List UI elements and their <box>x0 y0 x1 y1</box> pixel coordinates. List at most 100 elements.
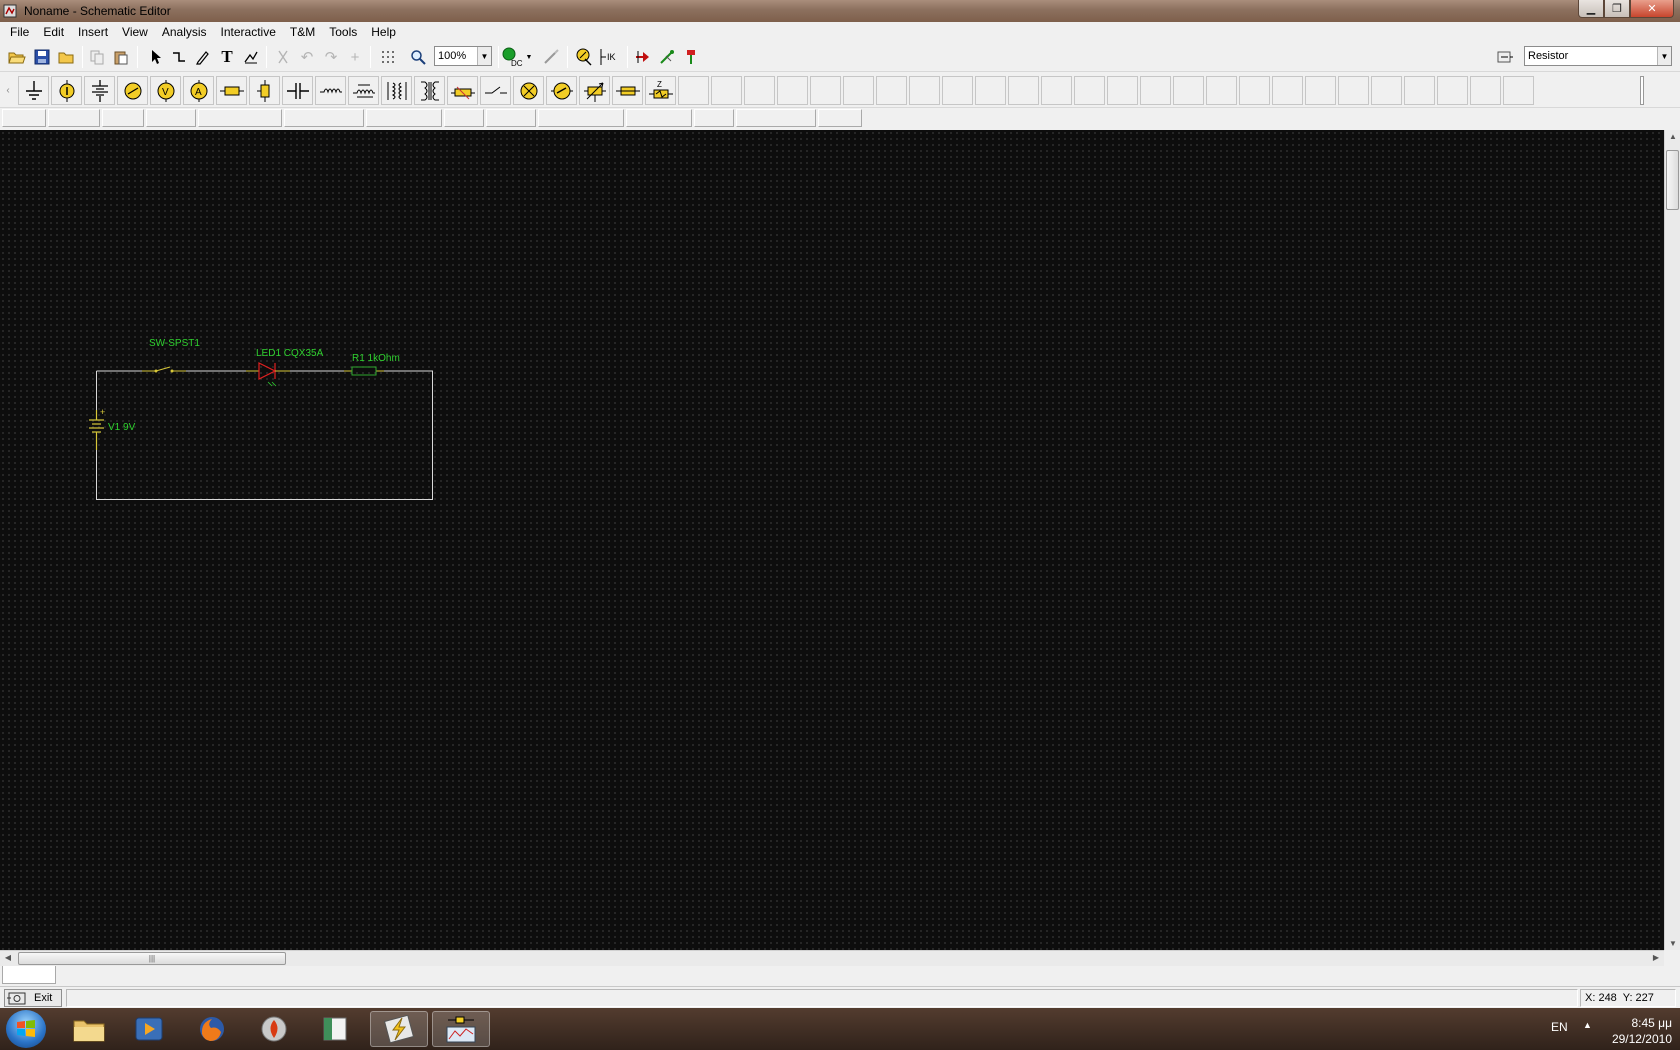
menu-view[interactable]: View <box>115 22 155 42</box>
palette-impedance[interactable]: Z <box>645 76 676 105</box>
palette-empty-slot[interactable] <box>843 76 874 105</box>
palette-current-source[interactable] <box>117 76 148 105</box>
maximize-button[interactable]: ❐ <box>1604 0 1630 18</box>
palette-potentiometer[interactable] <box>579 76 610 105</box>
voltmeter-tool-button[interactable] <box>573 46 595 68</box>
select-tool-button[interactable] <box>145 46 167 68</box>
horizontal-scroll-thumb[interactable]: ||| <box>18 952 286 965</box>
text-tool-button[interactable]: T <box>216 46 238 68</box>
palette-empty-slot[interactable] <box>876 76 907 105</box>
menu-analysis[interactable]: Analysis <box>155 22 214 42</box>
palette-empty-slot[interactable] <box>1437 76 1468 105</box>
pin-probe-button[interactable] <box>680 46 702 68</box>
open-recent-button[interactable] <box>56 46 78 68</box>
palette-tab[interactable] <box>2 109 46 127</box>
palette-battery[interactable] <box>84 76 115 105</box>
palette-scroll-handle[interactable] <box>1640 76 1644 105</box>
palette-empty-slot[interactable] <box>1371 76 1402 105</box>
palette-empty-slot[interactable] <box>1338 76 1369 105</box>
menu-tm[interactable]: T&M <box>283 22 322 42</box>
palette-empty-slot[interactable] <box>1107 76 1138 105</box>
palette-tab[interactable] <box>486 109 536 127</box>
palette-transformer-core[interactable] <box>414 76 445 105</box>
palette-empty-slot[interactable] <box>1272 76 1303 105</box>
exit-button[interactable]: Exit <box>4 989 62 1007</box>
ammeter-tool-button[interactable]: IK <box>598 46 620 68</box>
pen-tool-button[interactable] <box>192 46 214 68</box>
palette-tab[interactable] <box>694 109 734 127</box>
palette-empty-slot[interactable] <box>1140 76 1171 105</box>
palette-tab[interactable] <box>444 109 484 127</box>
palette-empty-slot[interactable] <box>1206 76 1237 105</box>
palette-empty-slot[interactable] <box>1173 76 1204 105</box>
taskbar-burner-app[interactable] <box>245 1011 303 1047</box>
zoom-select[interactable]: 100% ▼ <box>434 46 492 66</box>
cut-button[interactable] <box>272 46 294 68</box>
taskbar-media-player[interactable] <box>120 1011 178 1047</box>
palette-empty-slot[interactable] <box>744 76 775 105</box>
vertical-scroll-thumb[interactable] <box>1666 150 1679 210</box>
palette-fuse[interactable] <box>447 76 478 105</box>
taskbar-explorer[interactable] <box>60 1011 118 1047</box>
copy-button[interactable] <box>86 46 108 68</box>
palette-empty-slot[interactable] <box>678 76 709 105</box>
menu-insert[interactable]: Insert <box>71 22 115 42</box>
scroll-down-icon[interactable]: ▼ <box>1665 939 1680 948</box>
taskbar-firefox[interactable] <box>183 1011 241 1047</box>
palette-tab[interactable] <box>366 109 442 127</box>
palette-voltmeter[interactable]: V <box>150 76 181 105</box>
palette-empty-slot[interactable] <box>1503 76 1534 105</box>
palette-tab[interactable] <box>818 109 862 127</box>
palette-dc-voltage-source[interactable] <box>51 76 82 105</box>
taskbar-circuit-app[interactable] <box>370 1011 428 1047</box>
switch-sw-spst1[interactable] <box>142 366 186 373</box>
junction-button[interactable]: + <box>344 46 366 68</box>
palette-empty-slot[interactable] <box>810 76 841 105</box>
palette-ground[interactable] <box>18 76 49 105</box>
horizontal-scrollbar[interactable]: ◀ ||| ▶ <box>0 950 1664 966</box>
menu-edit[interactable]: Edit <box>36 22 71 42</box>
component-select[interactable]: Resistor ▼ <box>1524 46 1672 66</box>
graph-tool-button[interactable] <box>240 46 262 68</box>
palette-empty-slot[interactable] <box>1470 76 1501 105</box>
schematic-canvas[interactable]: SW-SPST1 LED1 CQX35A R1 1kOhm + V1 9V <box>0 130 1664 950</box>
resistor-r1[interactable] <box>344 366 384 376</box>
palette-transformer[interactable] <box>381 76 412 105</box>
palette-resistor-horizontal[interactable] <box>216 76 247 105</box>
palette-capacitor[interactable] <box>282 76 313 105</box>
palette-inductor-core[interactable] <box>348 76 379 105</box>
scroll-left-icon[interactable]: ◀ <box>0 953 16 962</box>
palette-voltage-meter-round[interactable] <box>546 76 577 105</box>
palette-empty-slot[interactable] <box>711 76 742 105</box>
palette-switch[interactable] <box>480 76 511 105</box>
palette-tab[interactable] <box>538 109 624 127</box>
green-probe-button[interactable] <box>656 46 678 68</box>
palette-empty-slot[interactable] <box>942 76 973 105</box>
taskbar-document-app[interactable] <box>306 1011 364 1047</box>
palette-empty-slot[interactable] <box>1239 76 1270 105</box>
palette-lamp[interactable] <box>513 76 544 105</box>
palette-scroll-left-button[interactable]: ‹ <box>3 76 13 105</box>
probe-button[interactable] <box>540 46 562 68</box>
dc-analysis-dropdown[interactable]: ▼ <box>523 46 535 68</box>
open-button[interactable] <box>6 46 28 68</box>
start-button[interactable] <box>6 1010 46 1048</box>
scroll-right-icon[interactable]: ▶ <box>1648 953 1664 962</box>
language-indicator[interactable]: EN <box>1551 1020 1568 1034</box>
red-probe-button[interactable] <box>632 46 654 68</box>
palette-tab[interactable] <box>198 109 282 127</box>
palette-inductor[interactable] <box>315 76 346 105</box>
palette-empty-slot[interactable] <box>975 76 1006 105</box>
paste-button[interactable] <box>110 46 132 68</box>
taskbar-schematic-editor[interactable] <box>432 1011 490 1047</box>
place-component-button[interactable] <box>1494 46 1516 68</box>
menu-interactive[interactable]: Interactive <box>214 22 283 42</box>
dc-analysis-button[interactable]: DC <box>502 46 524 68</box>
palette-tab[interactable] <box>284 109 364 127</box>
palette-empty-slot[interactable] <box>1074 76 1105 105</box>
menu-file[interactable]: File <box>3 22 36 42</box>
led-cqx35a[interactable] <box>246 362 290 387</box>
palette-tab[interactable] <box>736 109 816 127</box>
sheet-tab[interactable] <box>2 966 56 984</box>
palette-tab[interactable] <box>102 109 144 127</box>
